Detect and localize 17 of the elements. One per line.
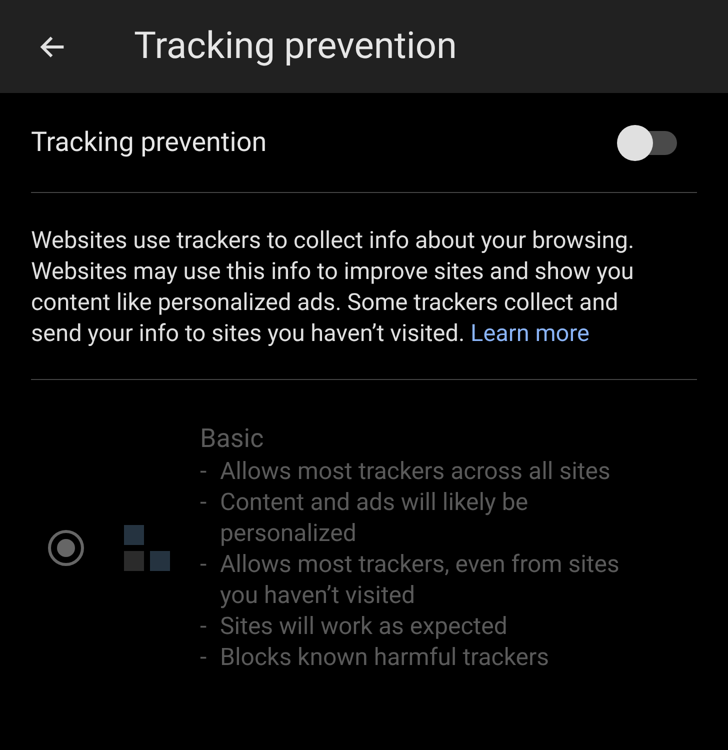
description-text: Websites use trackers to collect info about your browsing. Websites may use this info to improve sites and show you content like personalized ads. Some trackers collect and send your info to sites you haven’t visited. Learn more <box>31 193 697 380</box>
option-point: Sites will work as expected <box>220 611 508 642</box>
bullet-dash: - <box>200 642 208 673</box>
bullet-dash: - <box>200 456 208 487</box>
option-title: Basic <box>200 423 265 456</box>
option-point: Allows most trackers across all sites <box>220 456 612 487</box>
bullet-dash: - <box>200 549 208 580</box>
option-point: Blocks known harmful trackers <box>220 642 550 673</box>
option-point: Content and ads will likely be personalized <box>220 487 530 549</box>
option-point: Allows most trackers, even from sites you haven’t visited <box>220 549 620 611</box>
learn-more-link[interactable]: Learn more <box>470 319 590 347</box>
bullet-dash: - <box>200 611 208 642</box>
setting-label: Tracking prevention <box>31 125 267 160</box>
toggle-switch[interactable] <box>617 124 677 160</box>
page-title: Tracking prevention <box>134 24 457 70</box>
blocks-icon <box>124 524 170 570</box>
bullet-dash: - <box>200 487 208 518</box>
